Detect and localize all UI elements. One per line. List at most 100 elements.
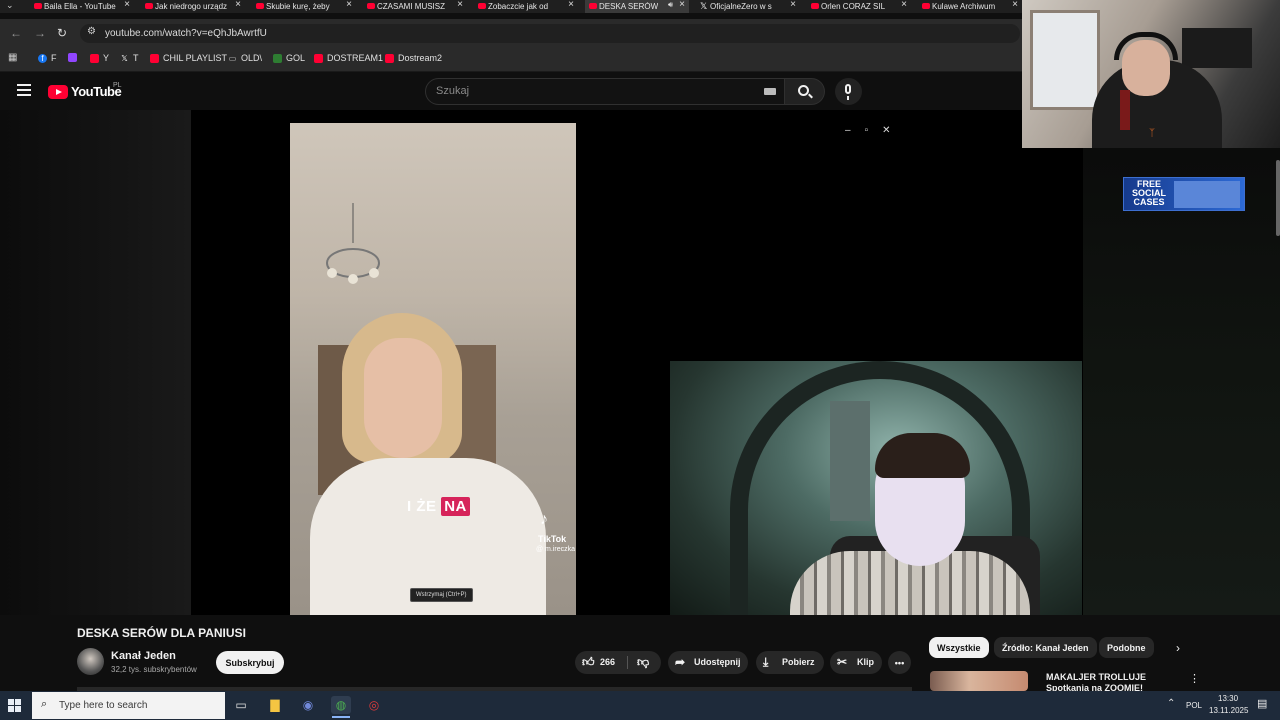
like-dislike-group: 👍︎ 266 👎︎: [575, 651, 661, 674]
chevron-right-icon[interactable]: ›: [1176, 641, 1180, 655]
close-icon[interactable]: ×: [235, 0, 241, 10]
voice-search-button[interactable]: [835, 78, 862, 105]
download-button[interactable]: ⤓ Pobierz: [756, 651, 824, 674]
channel-avatar[interactable]: [77, 648, 104, 675]
browser-tab[interactable]: Kulawe Archiwum ×: [918, 0, 1022, 13]
browser-tab[interactable]: Orlen CORAZ SIL ×: [807, 0, 911, 13]
tab-label: Zobaczcie jak od: [488, 2, 549, 11]
x-icon: 𝕏: [700, 1, 708, 11]
download-label: Pobierz: [782, 657, 815, 667]
page-scrollbar[interactable]: [1276, 160, 1280, 236]
back-arrow-icon[interactable]: ←: [10, 26, 22, 40]
tiktok-clip[interactable]: I ŻE NA ♪ TikTok @ m.ireczka: [290, 123, 576, 615]
ad-banner[interactable]: FREE SOCIAL CASES: [1123, 177, 1245, 211]
close-icon[interactable]: ✕: [882, 125, 890, 136]
like-count[interactable]: 266: [600, 657, 615, 667]
ad-text: FREE SOCIAL CASES: [1131, 179, 1166, 207]
browser-tab[interactable]: Baila Ella - YouTube ×: [30, 0, 134, 13]
close-icon[interactable]: ×: [457, 0, 463, 10]
youtube-logo[interactable]: YouTube: [48, 84, 122, 99]
site-info-icon[interactable]: ⚙: [87, 26, 96, 37]
twitch-icon: [68, 53, 77, 62]
file-explorer-icon[interactable]: ▇: [265, 696, 285, 714]
more-actions-button[interactable]: •••: [888, 651, 911, 674]
filter-chip[interactable]: Wszystkie: [929, 637, 989, 658]
man-hair: [875, 433, 970, 478]
dislike-icon[interactable]: 👎︎: [637, 655, 649, 670]
forward-arrow-icon[interactable]: →: [34, 26, 46, 40]
youtube-icon: [385, 53, 394, 63]
windows-start-icon[interactable]: [8, 699, 21, 712]
url-text[interactable]: youtube.com/watch?v=eQhJbAwrtfU: [105, 28, 267, 39]
more-vertical-icon[interactable]: ⋮: [1189, 672, 1200, 685]
share-button[interactable]: ➦ Udostępnij: [668, 651, 748, 674]
tray-language[interactable]: POL: [1186, 701, 1202, 710]
like-icon[interactable]: 👍︎: [582, 655, 595, 670]
channel-name[interactable]: Kanał Jeden: [111, 650, 176, 662]
subscribe-button[interactable]: Subskrybuj: [216, 651, 284, 674]
search-placeholder: Szukaj: [436, 85, 470, 97]
close-icon[interactable]: ×: [568, 0, 574, 10]
close-icon[interactable]: ×: [124, 0, 130, 10]
audio-playing-icon[interactable]: 🔊︎: [668, 0, 673, 10]
subscriber-count: 32,2 tys. subskrybentów: [111, 665, 197, 674]
like-separator: [627, 656, 628, 669]
player-background-left: [0, 110, 191, 615]
browser-tab[interactable]: Jak niedrogo urządzić ×: [141, 0, 245, 13]
menu-hamburger-icon[interactable]: [17, 84, 31, 99]
bookmark-item[interactable]: CHIL PLAYLIST: [150, 53, 227, 63]
tray-time[interactable]: 13:30: [1218, 694, 1238, 703]
apps-grid-icon[interactable]: ▦: [8, 52, 17, 63]
browser-tab[interactable]: 𝕏 OficjalneZero w s ×: [696, 0, 800, 13]
close-icon[interactable]: ×: [346, 0, 352, 10]
notification-icon[interactable]: ▤: [1257, 697, 1267, 710]
bookmark-item[interactable]: fF: [38, 53, 57, 63]
close-icon[interactable]: ×: [679, 0, 685, 10]
tiktok-logo-icon: ♪: [540, 511, 548, 528]
bookmark-item[interactable]: GOL: [273, 53, 305, 63]
facebook-icon: f: [38, 53, 47, 63]
youtube-icon: [145, 3, 153, 9]
task-view-icon[interactable]: ▭: [231, 696, 251, 714]
clip-button[interactable]: ✂ Klip: [830, 651, 882, 674]
browser-tab[interactable]: Skubie kurę, żeby ×: [252, 0, 356, 13]
tab-label: Kulawe Archiwum: [932, 2, 996, 11]
bookmark-item[interactable]: Dostream2: [385, 53, 442, 63]
webcam-overlay: ᛉ: [1022, 0, 1280, 148]
tiktok-username: @ m.ireczka: [536, 546, 575, 553]
minimize-icon[interactable]: –: [845, 125, 851, 136]
search-input[interactable]: [425, 78, 785, 105]
bookmark-item[interactable]: Y: [90, 53, 109, 63]
close-icon[interactable]: ×: [1012, 0, 1018, 10]
filter-chip[interactable]: Źródło: Kanał Jeden: [994, 637, 1097, 658]
reload-icon[interactable]: ↻: [57, 26, 67, 40]
search-button[interactable]: [785, 78, 825, 105]
bookmark-item[interactable]: [68, 53, 81, 62]
restore-icon[interactable]: ▫: [865, 125, 869, 136]
recommendation-thumbnail[interactable]: [930, 671, 1028, 691]
youtube-play-icon: [48, 84, 68, 99]
keyboard-icon[interactable]: [764, 88, 776, 95]
bookmark-label: Y: [103, 53, 110, 63]
bookmark-item[interactable]: ▭ OLD\: [228, 53, 262, 63]
youtube-icon: [34, 3, 42, 9]
microphone-icon: [845, 84, 851, 94]
browser-tab[interactable]: CZASAMI MUSISZ ×: [363, 0, 467, 13]
region-code: PL: [113, 82, 122, 89]
filter-chip[interactable]: Podobne: [1099, 637, 1154, 658]
chrome-icon[interactable]: ◍: [331, 696, 351, 714]
close-icon[interactable]: ×: [901, 0, 907, 10]
browser-tab[interactable]: DESKA SERÓW × 🔊︎: [585, 0, 689, 13]
tab-strip: ⌄ Baila Ella - YouTube × Jak niedrogo urzą…: [0, 0, 1022, 13]
clip-label: Klip: [857, 657, 874, 667]
close-icon[interactable]: ×: [790, 0, 796, 10]
obs-icon[interactable]: ◎: [364, 696, 384, 714]
tray-date[interactable]: 13.11.2025: [1209, 706, 1248, 715]
bookmark-item[interactable]: 𝕏T: [120, 53, 138, 63]
browser-tab[interactable]: Zobaczcie jak od ×: [474, 0, 578, 13]
bookmark-item[interactable]: DOSTREAM1: [314, 53, 383, 63]
tab-search-chevron-icon[interactable]: ⌄: [6, 0, 14, 11]
discord-icon[interactable]: ◉: [298, 696, 318, 714]
tray-chevron-up-icon[interactable]: ⌃: [1167, 698, 1175, 709]
youtube-icon: [367, 3, 375, 9]
